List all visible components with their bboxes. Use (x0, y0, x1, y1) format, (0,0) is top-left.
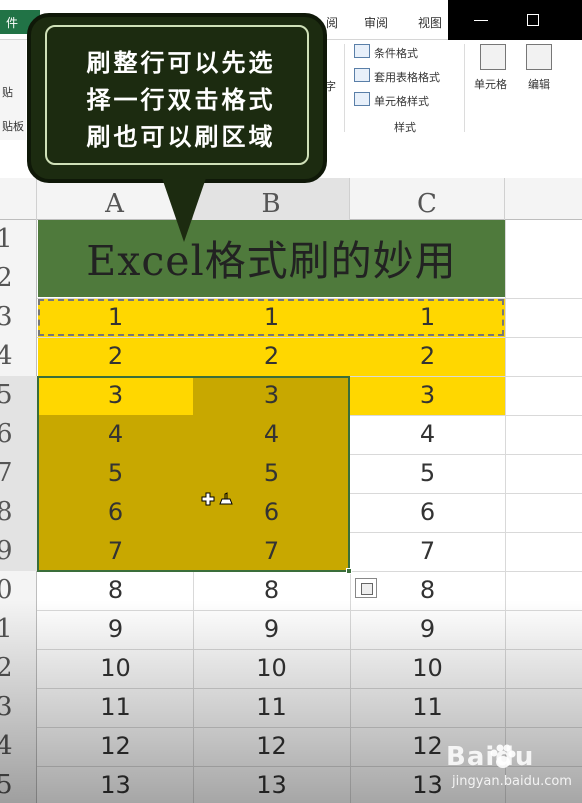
conditional-format-icon (354, 44, 370, 58)
cell-c8[interactable]: 6 (350, 493, 505, 532)
format-as-table-icon (354, 68, 370, 82)
baidu-paw-icon (490, 744, 516, 768)
tab-view[interactable]: 视图 (418, 14, 442, 31)
fill-handle[interactable] (346, 568, 352, 574)
ribbon-separator (344, 44, 345, 132)
selection-range[interactable] (37, 376, 350, 572)
maximize-icon[interactable] (527, 14, 539, 26)
row-header[interactable]: 6 (0, 415, 37, 454)
excel-window: 件 阅 审阅 视图 贴 贴板 字 条件格式 套用表格格式 单元格样式 样式 单元… (0, 0, 582, 803)
binoculars-icon (526, 44, 552, 70)
cell-c6[interactable]: 4 (350, 415, 505, 454)
callout-pointer (162, 178, 206, 242)
cells-button[interactable]: 单元格 (474, 76, 507, 92)
styles-group-label: 样式 (394, 121, 416, 134)
conditional-format-button[interactable]: 条件格式 (374, 45, 418, 61)
copy-marquee-row3 (38, 299, 504, 336)
format-painter-cursor-icon (201, 492, 233, 506)
row-header[interactable]: 4 (0, 337, 37, 376)
cells-icon (480, 44, 506, 70)
tip-callout: 刷整行可以先选 择一行双击格式 刷也可以刷区域 (27, 13, 327, 183)
cell-b4[interactable]: 2 (193, 337, 350, 376)
tab-partial[interactable]: 阅 (326, 14, 338, 31)
format-as-table-button[interactable]: 套用表格格式 (374, 69, 440, 85)
baidu-watermark: Baidu jingyan.baidu.com (446, 742, 576, 798)
callout-line: 刷也可以刷区域 (86, 123, 276, 151)
cell-c7[interactable]: 5 (350, 454, 505, 493)
row-header[interactable]: 1 (0, 220, 37, 259)
paste-options-icon[interactable] (355, 578, 377, 598)
minimize-icon[interactable] (474, 20, 488, 21)
cell-a4[interactable]: 2 (38, 337, 193, 376)
cell-c9[interactable]: 7 (350, 532, 505, 571)
clipboard-label: 贴板 (2, 120, 24, 133)
row-header[interactable]: 2 (0, 259, 37, 298)
row-header[interactable]: 3 (0, 298, 37, 337)
paste-label[interactable]: 贴 (2, 84, 13, 100)
row-header[interactable]: 5 (0, 376, 37, 415)
cell-styles-button[interactable]: 单元格样式 (374, 93, 429, 109)
select-all-corner[interactable] (0, 178, 37, 220)
column-header-b[interactable]: B (193, 178, 350, 220)
cell-styles-icon (354, 92, 370, 106)
column-header-c[interactable]: C (350, 178, 505, 220)
callout-line: 刷整行可以先选 (86, 49, 276, 77)
cell-c5[interactable]: 3 (350, 376, 505, 415)
cell-c4[interactable]: 2 (350, 337, 505, 376)
edit-button[interactable]: 编辑 (528, 76, 550, 92)
ribbon-separator (464, 44, 465, 132)
row-header[interactable]: 7 (0, 454, 37, 493)
row-header[interactable]: 8 (0, 493, 37, 532)
window-controls (448, 0, 582, 40)
sheet-title[interactable]: Excel格式刷的妙用 (38, 220, 505, 297)
tab-review[interactable]: 审阅 (364, 14, 388, 31)
clipboard-group: 贴 贴板 (0, 40, 26, 140)
column-header-row: A B C (0, 178, 582, 220)
callout-line: 择一行双击格式 (86, 86, 276, 114)
row-header[interactable]: 9 (0, 532, 37, 571)
watermark-url: jingyan.baidu.com (452, 774, 572, 789)
